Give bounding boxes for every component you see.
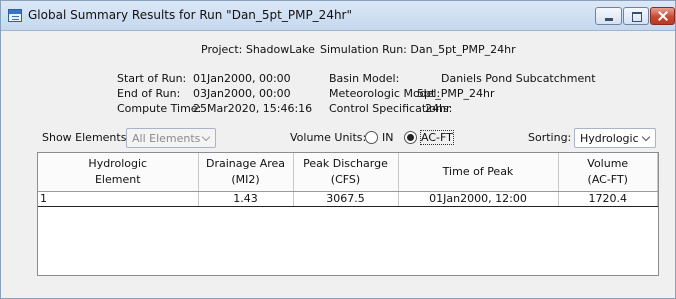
column-header-peak-discharge[interactable]: Peak Discharge (CFS) <box>293 153 399 192</box>
compute-time-label: Compute Time: <box>117 102 202 115</box>
volume-units-in-radio[interactable] <box>365 131 378 144</box>
close-button[interactable] <box>650 7 675 25</box>
show-elements-select[interactable]: All Elements <box>126 128 216 148</box>
chevron-down-icon <box>641 132 651 142</box>
compute-time-value: 25Mar2020, 15:46:16 <box>193 102 313 115</box>
sorting-value: Hydrologic <box>580 132 639 145</box>
column-header-drainage-area[interactable]: Drainage Area (MI2) <box>198 153 294 192</box>
title-bar[interactable]: Global Summary Results for Run "Dan_5pt_… <box>1 1 675 31</box>
cell-drainage-area[interactable]: 1.43 <box>198 190 294 207</box>
column-header-volume[interactable]: Volume (AC-FT) <box>558 153 658 192</box>
volume-units-in-label[interactable]: IN <box>382 131 393 144</box>
meteorologic-model-value: 5pt_PMP_24hr <box>417 87 495 100</box>
end-of-run-value: 03Jan2000, 00:00 <box>193 87 291 100</box>
sorting-label: Sorting: <box>528 131 572 144</box>
minimize-button[interactable] <box>595 7 622 25</box>
basin-model-value: Daniels Pond Subcatchment <box>441 72 596 85</box>
cell-time-of-peak[interactable]: 01Jan2000, 12:00 <box>398 190 559 207</box>
end-of-run-label: End of Run: <box>117 87 181 100</box>
window-title: Global Summary Results for Run "Dan_5pt_… <box>28 8 353 22</box>
show-elements-label: Show Elements: <box>42 131 131 144</box>
maximize-button[interactable] <box>623 7 649 25</box>
project-label: Project: ShadowLake <box>201 43 315 56</box>
start-of-run-label: Start of Run: <box>117 72 187 85</box>
chevron-down-icon <box>201 132 211 142</box>
window-app-icon <box>8 9 22 22</box>
volume-units-acft-label[interactable]: AC-FT <box>420 130 454 145</box>
control-specifications-value: 24hr <box>425 102 451 115</box>
volume-units-acft-radio[interactable] <box>404 131 417 144</box>
table-row[interactable]: 1 1.43 3067.5 01Jan2000, 12:00 1720.4 <box>38 190 658 207</box>
cell-hydrologic-element[interactable]: 1 <box>38 190 199 207</box>
column-header-time-of-peak[interactable]: Time of Peak <box>398 153 559 192</box>
basin-model-label: Basin Model: <box>329 72 400 85</box>
volume-units-label: Volume Units: <box>290 131 367 144</box>
column-header-hydrologic-element[interactable]: Hydrologic Element <box>38 153 199 192</box>
start-of-run-value: 01Jan2000, 00:00 <box>193 72 291 85</box>
results-window: Global Summary Results for Run "Dan_5pt_… <box>0 0 676 299</box>
results-table[interactable]: Hydrologic Element Drainage Area (MI2) Pea… <box>37 152 659 276</box>
cell-volume[interactable]: 1720.4 <box>558 190 658 207</box>
show-elements-value: All Elements <box>132 132 201 145</box>
simulation-run-label: Simulation Run: Dan_5pt_PMP_24hr <box>320 43 516 56</box>
cell-peak-discharge[interactable]: 3067.5 <box>293 190 399 207</box>
sorting-select[interactable]: Hydrologic <box>574 128 656 148</box>
